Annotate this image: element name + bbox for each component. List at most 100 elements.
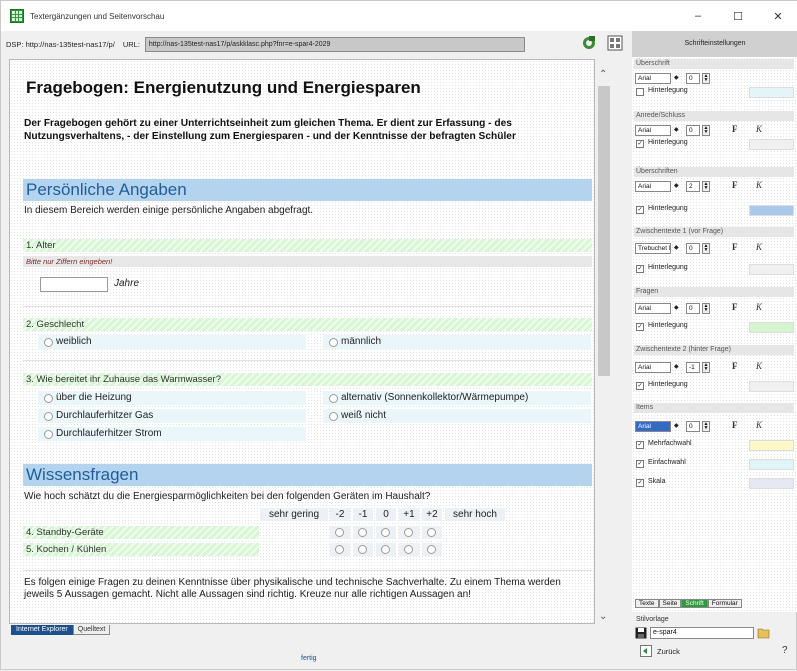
size-field[interactable]: 0 (686, 243, 700, 254)
color-swatch[interactable] (749, 87, 794, 98)
radio-button[interactable] (404, 545, 413, 554)
help-icon[interactable]: ? (782, 645, 788, 656)
open-folder-icon[interactable] (757, 627, 771, 639)
dropdown-arrow-icon[interactable]: ◆ (674, 422, 679, 429)
radio-button[interactable] (404, 528, 413, 537)
color-swatch[interactable] (749, 440, 794, 451)
option-weiss-nicht[interactable]: weiß nicht (323, 409, 591, 423)
radio-button[interactable] (381, 528, 390, 537)
tab-schrift[interactable]: Schrift (681, 599, 708, 608)
radio-button[interactable] (329, 394, 338, 403)
radio-button[interactable] (427, 528, 436, 537)
font-select[interactable]: Arial (635, 421, 671, 432)
size-spinner[interactable]: ▲ ▼ (702, 125, 710, 136)
bold-button[interactable]: F (732, 180, 738, 190)
hinterlegung-checkbox[interactable]: ✓ (636, 206, 644, 214)
color-swatch[interactable] (749, 381, 794, 392)
size-field[interactable]: 0 (686, 421, 700, 432)
age-input[interactable] (40, 277, 108, 292)
radio-button[interactable] (329, 338, 338, 347)
option-gas[interactable]: Durchlauferhitzer Gas (38, 409, 306, 423)
option-weiblich[interactable]: weiblich (38, 335, 306, 349)
hinterlegung-checkbox[interactable]: ✓ (636, 265, 644, 273)
radio-button[interactable] (358, 545, 367, 554)
scale-cell[interactable] (399, 526, 419, 539)
scroll-down-icon[interactable]: ⌄ (599, 611, 607, 622)
bold-button[interactable]: F (732, 124, 738, 134)
radio-button[interactable] (381, 545, 390, 554)
color-swatch[interactable] (749, 139, 794, 150)
tab-internet-explorer[interactable]: Internet Explorer (11, 625, 73, 635)
color-swatch[interactable] (749, 205, 794, 216)
dropdown-arrow-icon[interactable]: ◆ (674, 74, 679, 81)
einfachwahl-checkbox[interactable]: ✓ (636, 460, 644, 468)
dropdown-arrow-icon[interactable]: ◆ (674, 363, 679, 370)
scale-cell[interactable] (422, 526, 442, 539)
size-field[interactable]: 0 (686, 73, 700, 84)
radio-button[interactable] (44, 412, 53, 421)
dropdown-arrow-icon[interactable]: ◆ (674, 244, 679, 251)
color-swatch[interactable] (749, 459, 794, 470)
stilvorlage-input[interactable]: e-spar4 (650, 627, 754, 639)
hinterlegung-checkbox[interactable]: ✓ (636, 382, 644, 390)
dropdown-arrow-icon[interactable]: ◆ (674, 126, 679, 133)
scale-cell[interactable] (353, 526, 373, 539)
hinterlegung-checkbox[interactable]: ✓ (636, 140, 644, 148)
size-field[interactable]: -1 (686, 362, 700, 373)
minimize-button[interactable]: – (678, 1, 718, 31)
size-spinner[interactable]: ▲ ▼ (702, 73, 710, 84)
scrollbar-thumb[interactable] (598, 86, 610, 376)
scale-cell[interactable] (330, 543, 350, 556)
mehrfachwahl-checkbox[interactable]: ✓ (636, 441, 644, 449)
option-alternativ[interactable]: alternativ (Sonnenkollektor/Wärmepumpe) (323, 391, 591, 405)
url-field[interactable]: http://nas-135test-nas17/p/askklasc.php?… (144, 36, 525, 52)
scale-cell[interactable] (330, 526, 350, 539)
italic-button[interactable]: K (756, 361, 762, 371)
radio-button[interactable] (44, 394, 53, 403)
font-select[interactable]: Arial (635, 73, 671, 84)
tab-texte[interactable]: Texte (635, 599, 659, 608)
bold-button[interactable]: F (732, 361, 738, 371)
size-field[interactable]: 0 (686, 303, 700, 314)
save-icon[interactable] (635, 627, 647, 639)
dropdown-arrow-icon[interactable]: ◆ (674, 182, 679, 189)
tab-seite[interactable]: Seite (658, 599, 682, 608)
hinterlegung-checkbox[interactable]: ✓ (636, 323, 644, 331)
italic-button[interactable]: K (756, 420, 762, 430)
color-swatch[interactable] (749, 478, 794, 489)
size-spinner[interactable]: ▲ ▼ (702, 362, 710, 373)
font-select[interactable]: Arial (635, 181, 671, 192)
close-button[interactable]: ✕ (758, 1, 797, 31)
italic-button[interactable]: K (756, 302, 762, 312)
refresh-icon[interactable] (581, 35, 597, 51)
maximize-button[interactable]: ☐ (718, 1, 758, 31)
option-heizung[interactable]: über die Heizung (38, 391, 306, 405)
italic-button[interactable]: K (756, 124, 762, 134)
radio-button[interactable] (44, 338, 53, 347)
size-spinner[interactable]: ▲ ▼ (702, 421, 710, 432)
tab-formular[interactable]: Formular (707, 599, 742, 608)
radio-button[interactable] (358, 528, 367, 537)
bold-button[interactable]: F (732, 302, 738, 312)
radio-button[interactable] (329, 412, 338, 421)
dropdown-arrow-icon[interactable]: ◆ (674, 304, 679, 311)
scale-cell[interactable] (399, 543, 419, 556)
scroll-up-icon[interactable]: ⌃ (599, 69, 607, 80)
vertical-scrollbar[interactable]: ⌃ ⌄ (595, 59, 613, 624)
bold-button[interactable]: F (732, 420, 738, 430)
radio-button[interactable] (335, 545, 344, 554)
bold-button[interactable]: F (732, 242, 738, 252)
skala-checkbox[interactable]: ✓ (636, 479, 644, 487)
scale-cell[interactable] (376, 526, 396, 539)
hinterlegung-checkbox[interactable] (636, 88, 644, 96)
radio-button[interactable] (427, 545, 436, 554)
color-swatch[interactable] (749, 264, 794, 275)
scale-cell[interactable] (422, 543, 442, 556)
radio-button[interactable] (335, 528, 344, 537)
scale-cell[interactable] (376, 543, 396, 556)
font-select[interactable]: Arial (635, 362, 671, 373)
size-spinner[interactable]: ▲ ▼ (702, 243, 710, 254)
font-select[interactable]: Trebuchet MS (635, 243, 671, 254)
option-strom[interactable]: Durchlauferhitzer Strom (38, 427, 306, 441)
size-spinner[interactable]: ▲ ▼ (702, 181, 710, 192)
